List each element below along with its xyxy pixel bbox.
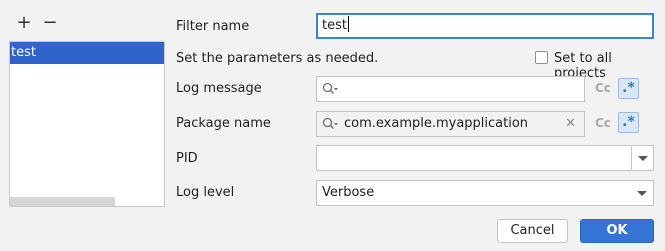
filter-name-input[interactable]: test	[316, 13, 654, 39]
set-to-all-projects-checkbox[interactable]	[535, 51, 548, 64]
pid-label: PID	[176, 151, 198, 166]
match-case-icon[interactable]: Cc	[595, 81, 611, 95]
pid-combobox[interactable]	[316, 145, 654, 171]
regex-icon[interactable]: .*	[618, 78, 639, 99]
log-level-select[interactable]: Verbose	[316, 180, 654, 206]
search-icon[interactable]	[322, 117, 338, 131]
regex-icon[interactable]: .*	[618, 112, 639, 133]
text-caret	[347, 16, 349, 32]
parameters-hint: Set the parameters as needed.	[176, 51, 379, 66]
log-message-input[interactable]	[316, 76, 585, 102]
remove-filter-button[interactable]: −	[41, 14, 59, 32]
horizontal-scrollbar[interactable]	[10, 197, 115, 206]
ok-button[interactable]: OK	[580, 219, 654, 243]
package-name-label: Package name	[176, 116, 271, 131]
clear-icon[interactable]: ✕	[565, 112, 576, 136]
package-name-input[interactable]: com.example.myapplication ✕	[316, 111, 585, 137]
chevron-down-icon[interactable]	[631, 181, 653, 205]
filter-list-item[interactable]: test	[10, 42, 164, 64]
chevron-down-icon[interactable]	[631, 146, 653, 170]
log-level-value: Verbose	[322, 185, 375, 200]
package-name-value: com.example.myapplication	[344, 116, 529, 131]
cancel-button[interactable]: Cancel	[497, 219, 568, 243]
filter-name-label: Filter name	[176, 19, 250, 34]
filter-list[interactable]: test	[9, 41, 165, 207]
match-case-icon[interactable]: Cc	[595, 116, 611, 130]
filter-name-value: test	[322, 18, 347, 33]
add-filter-button[interactable]: +	[15, 14, 33, 32]
log-message-label: Log message	[176, 81, 262, 96]
search-icon[interactable]	[322, 82, 338, 96]
log-level-label: Log level	[176, 185, 235, 200]
